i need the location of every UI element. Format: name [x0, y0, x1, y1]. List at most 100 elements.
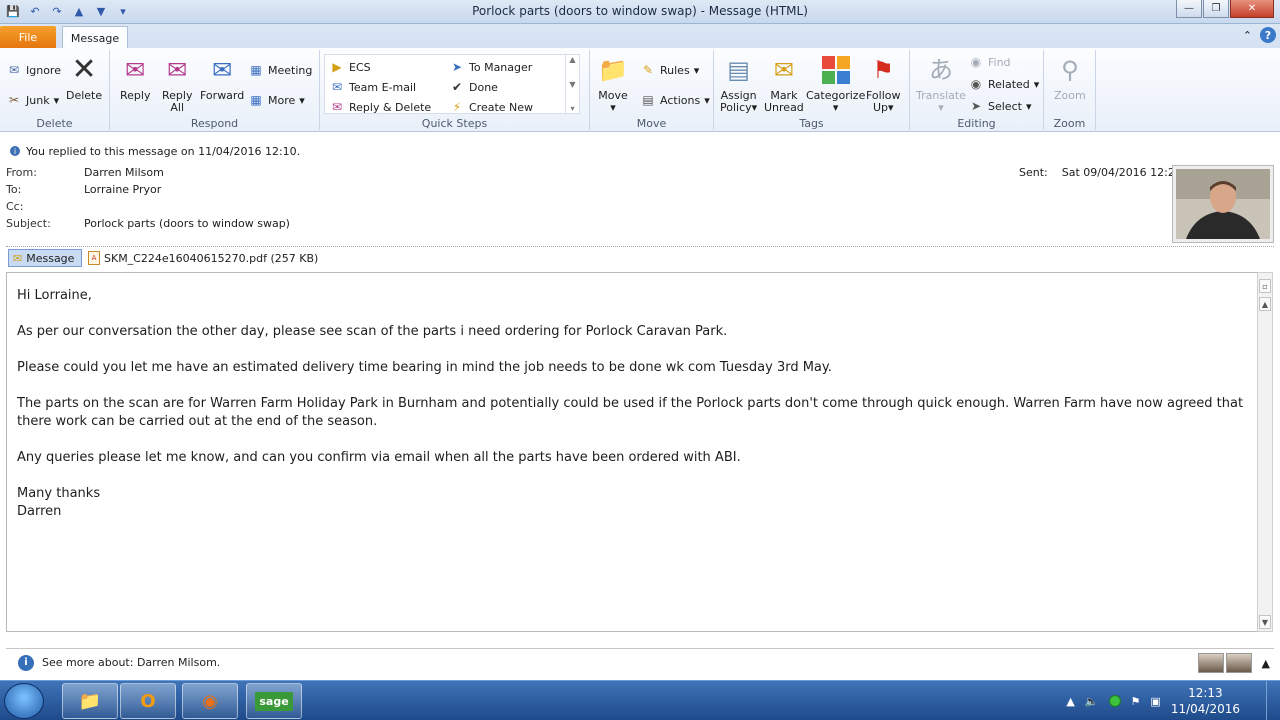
meeting-button[interactable]: ▦ Meeting [248, 62, 312, 78]
rules-button[interactable]: ✎ Rules ▾ [640, 62, 699, 78]
calendar-icon: ▦ [250, 63, 262, 77]
cc-label: Cc: [6, 200, 24, 213]
outlook-taskbar-button[interactable]: O [120, 683, 176, 719]
minimize-button[interactable]: — [1176, 0, 1202, 18]
translate-button[interactable]: あ Translate ▾ [916, 54, 966, 114]
scroll-down-arrow[interactable]: ▼ [1259, 615, 1271, 629]
show-desktop-button[interactable] [1266, 681, 1280, 720]
body-closing: Many thanks [17, 486, 101, 501]
select-button[interactable]: ➤ Select ▾ [968, 98, 1032, 114]
group-label-quick-steps: Quick Steps [421, 117, 488, 130]
expand-gallery-icon[interactable]: ▾ [570, 104, 574, 113]
clock[interactable]: 12:13 11/04/2016 [1171, 685, 1240, 717]
quick-step-done[interactable]: ✔ Done [449, 79, 498, 95]
follow-up-button[interactable]: ⚑ Follow Up▾ [866, 54, 901, 114]
person-thumbnail[interactable] [1197, 653, 1224, 673]
quick-step-create-new[interactable]: ⚡ Create New [449, 99, 533, 115]
quick-step-ecs[interactable]: ▶ ECS [329, 59, 370, 75]
actions-button[interactable]: ▤ Actions ▾ [640, 92, 709, 108]
folder-arrow-icon: ▶ [332, 60, 342, 74]
mark-unread-button[interactable]: ✉ Mark Unread [764, 54, 804, 114]
find-button[interactable]: ◉ Find [968, 54, 1011, 70]
body-scrollbar[interactable]: ▫ ▲ ▼ [1257, 272, 1273, 632]
people-pane-text: See more about: Darren Milsom. [42, 656, 221, 669]
to-value[interactable]: Lorraine Pryor [84, 183, 161, 196]
categorize-icon [821, 54, 851, 86]
sender-avatar-image [1176, 169, 1270, 239]
policy-icon: ▤ [727, 56, 750, 84]
action-center-flag-icon[interactable]: ⚑ [1131, 695, 1141, 708]
show-hidden-icons-icon[interactable]: ▲ [1066, 695, 1074, 708]
maximize-button[interactable]: ❐ [1203, 0, 1229, 18]
status-green-icon[interactable] [1108, 695, 1121, 707]
network-icon[interactable]: ▣ [1150, 695, 1160, 708]
subject-label: Subject: [6, 217, 51, 230]
related-icon: ◉ [970, 77, 982, 91]
group-delete: ✉ Ignore ✂ Junk ▾ ✕ Delete Delete [0, 50, 110, 130]
reply-icon: ✉ [125, 56, 146, 84]
quick-step-team-email[interactable]: ✉ Team E-mail [329, 79, 416, 95]
help-icon[interactable]: ? [1260, 27, 1276, 43]
lightning-icon: ⚡ [452, 100, 462, 114]
group-move: 📁 Move ▾ ✎ Rules ▾ ▤ Actions ▾ Move [590, 50, 714, 130]
firefox-taskbar-button[interactable]: ◉ [182, 683, 238, 719]
explorer-taskbar-button[interactable]: 📁 [62, 683, 118, 719]
reply-all-button[interactable]: ✉ Reply All [162, 54, 192, 114]
scroll-down-icon[interactable]: ▼ [569, 80, 575, 89]
quick-step-to-manager[interactable]: ➤ To Manager [449, 59, 532, 75]
group-editing: あ Translate ▾ ◉ Find ◉ Related ▾ ➤ Select ▾… [910, 50, 1044, 130]
more-respond-button[interactable]: ▦ More ▾ [248, 92, 304, 108]
delete-x-icon: ✕ [71, 52, 97, 87]
cursor-icon: ➤ [970, 99, 982, 113]
group-label-respond: Respond [190, 117, 239, 130]
quick-steps-gallery: ▶ ECS ✉ Team E-mail ✉ Reply & Delete ➤ T… [324, 54, 580, 114]
clock-date: 11/04/2016 [1170, 702, 1240, 716]
clock-time: 12:13 [1188, 686, 1223, 700]
tab-message[interactable]: Message [62, 26, 128, 49]
scroll-up-icon[interactable]: ▲ [569, 55, 575, 64]
sent-info: Sent: Sat 09/04/2016 12:25 [1019, 166, 1182, 179]
firefox-icon: ◉ [202, 690, 218, 712]
zoom-button[interactable]: ⚲ Zoom [1054, 54, 1086, 102]
delete-button[interactable]: ✕ Delete [66, 54, 102, 102]
sent-value: Sat 09/04/2016 12:25 [1061, 166, 1182, 179]
pdf-icon: A [88, 251, 100, 265]
reply-button[interactable]: ✉ Reply [120, 54, 150, 102]
forward-button[interactable]: ✉ Forward [200, 54, 244, 102]
tab-file[interactable]: File [0, 26, 56, 48]
split-icon[interactable]: ▫ [1259, 279, 1271, 293]
info-bar[interactable]: i You replied to this message on 11/04/2… [0, 140, 1280, 162]
expand-people-pane-icon[interactable]: ▲ [1262, 657, 1270, 670]
group-label-delete: Delete [36, 117, 73, 130]
assign-policy-button[interactable]: ▤ Assign Policy▾ [720, 54, 757, 114]
sage-taskbar-button[interactable]: sage [246, 683, 302, 719]
related-button[interactable]: ◉ Related ▾ [968, 76, 1040, 92]
move-button[interactable]: 📁 Move ▾ [598, 54, 628, 114]
sender-photo[interactable] [1172, 165, 1274, 243]
categorize-button[interactable]: Categorize ▾ [806, 54, 865, 114]
group-label-move: Move [636, 117, 667, 130]
quick-steps-scroll[interactable]: ▲ ▼ ▾ [565, 55, 579, 113]
info-icon: i [10, 146, 20, 156]
subject-value: Porlock parts (doors to window swap) [84, 217, 290, 230]
start-button[interactable] [4, 683, 44, 719]
close-button[interactable]: ✕ [1230, 0, 1274, 18]
message-body[interactable]: Hi Lorraine, As per our conversation the… [6, 272, 1258, 632]
volume-muted-icon[interactable]: 🔈 [1085, 695, 1099, 708]
quick-step-reply-delete[interactable]: ✉ Reply & Delete [329, 99, 431, 115]
junk-button[interactable]: ✂ Junk ▾ [6, 92, 59, 108]
minimize-ribbon-icon[interactable]: ⌃ [1243, 29, 1252, 42]
pdf-attachment[interactable]: A SKM_C224e16040615270.pdf (257 KB) [88, 249, 318, 267]
ignore-button[interactable]: ✉ Ignore [6, 62, 61, 78]
scroll-up-arrow[interactable]: ▲ [1259, 297, 1271, 311]
from-value[interactable]: Darren Milsom [84, 166, 164, 179]
message-tab[interactable]: ✉ Message [8, 249, 82, 267]
group-label-editing: Editing [957, 117, 996, 130]
envelope-icon: ✉ [13, 251, 23, 265]
body-paragraph-1: As per our conversation the other day, p… [17, 324, 728, 339]
people-pane[interactable]: i See more about: Darren Milsom. ▲ [6, 648, 1274, 676]
body-signature: Darren [17, 504, 62, 519]
person-thumbnail[interactable] [1225, 653, 1252, 673]
to-label: To: [6, 183, 22, 196]
body-paragraph-2: Please could you let me have an estimate… [17, 360, 832, 375]
